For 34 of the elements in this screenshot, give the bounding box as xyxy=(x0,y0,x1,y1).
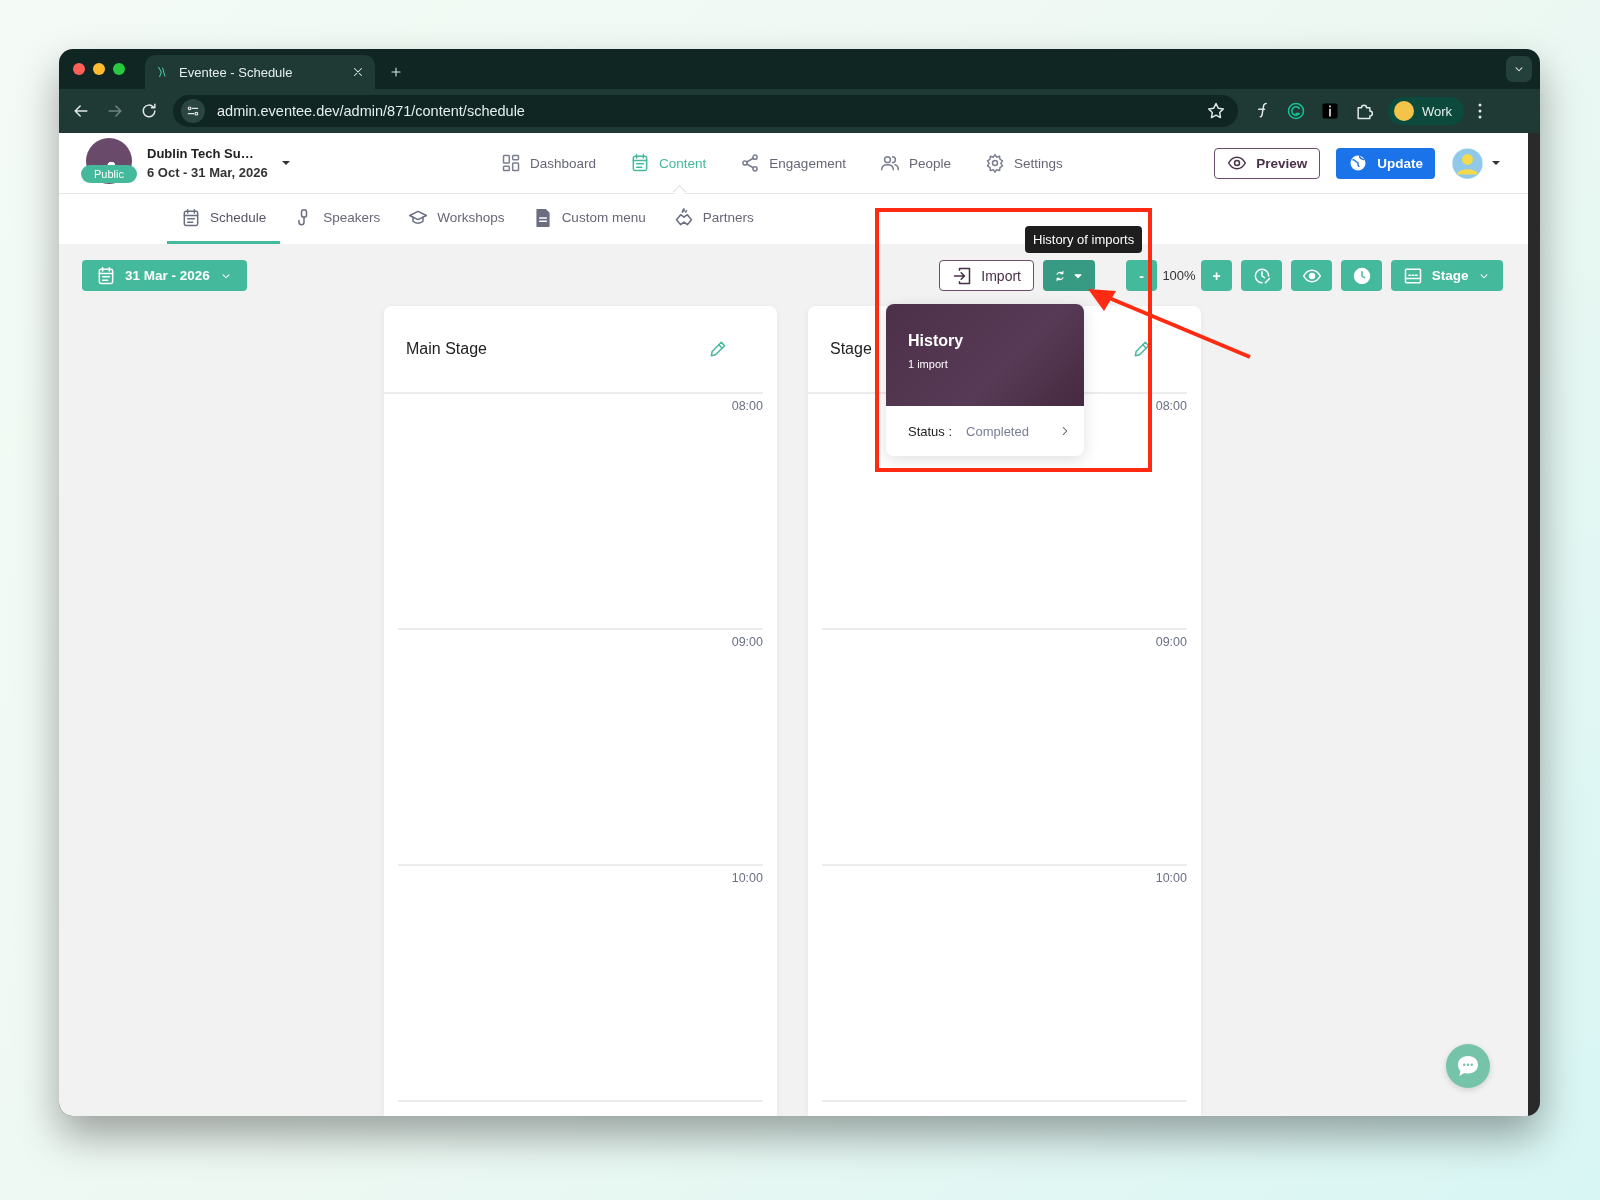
time-label: 10:00 xyxy=(731,871,763,885)
time-label: 09:00 xyxy=(731,635,763,649)
time-label: 08:00 xyxy=(1155,399,1187,413)
status-label: Status : xyxy=(908,423,953,439)
nav-tab[interactable]: People xyxy=(879,153,951,173)
tooltip: History of imports xyxy=(1025,226,1143,253)
time-label: 10:00 xyxy=(1155,871,1187,885)
stage-name: Stage xyxy=(830,340,872,358)
popup-title: History xyxy=(908,332,965,350)
import-count: 1 import xyxy=(908,358,949,370)
time-label: 08:00 xyxy=(731,399,763,413)
history-item[interactable]: Status : Completed xyxy=(886,406,1084,456)
sub-tab[interactable]: Workshops xyxy=(394,194,519,244)
import-button[interactable]: Import xyxy=(939,260,1034,291)
nav-tab[interactable]: Dashboard xyxy=(501,153,597,173)
event-name: Dublin Tech Su… xyxy=(147,146,255,161)
sub-tab[interactable]: Schedule xyxy=(167,194,281,244)
time-label: 09:00 xyxy=(1155,635,1187,649)
sub-tab[interactable]: Custom menu xyxy=(518,194,660,244)
sub-tab[interactable]: Partners xyxy=(659,194,768,244)
nav-tab[interactable]: Settings xyxy=(984,153,1063,173)
preview-button[interactable]: Preview xyxy=(1214,147,1321,179)
browser-tab[interactable]: Eventee - Schedule xyxy=(145,55,375,89)
address-bar[interactable]: admin.eventee.dev/admin/871/content/schedule xyxy=(173,95,1238,127)
nav-tab[interactable]: Engagement xyxy=(740,153,846,173)
status-value: Completed xyxy=(966,423,1029,439)
url-text: admin.eventee.dev/admin/871/content/schedule xyxy=(217,103,525,119)
stage-name: Main Stage xyxy=(406,340,487,358)
profile-button[interactable]: Work xyxy=(1388,97,1465,125)
sub-tab[interactable]: Speakers xyxy=(280,194,395,244)
tab-title: Eventee - Schedule xyxy=(179,64,294,80)
event-dates: 6 Oct - 31 Mar, 2026 xyxy=(147,165,268,180)
status-badge: Public xyxy=(81,165,137,183)
update-button[interactable]: Update xyxy=(1336,147,1435,179)
